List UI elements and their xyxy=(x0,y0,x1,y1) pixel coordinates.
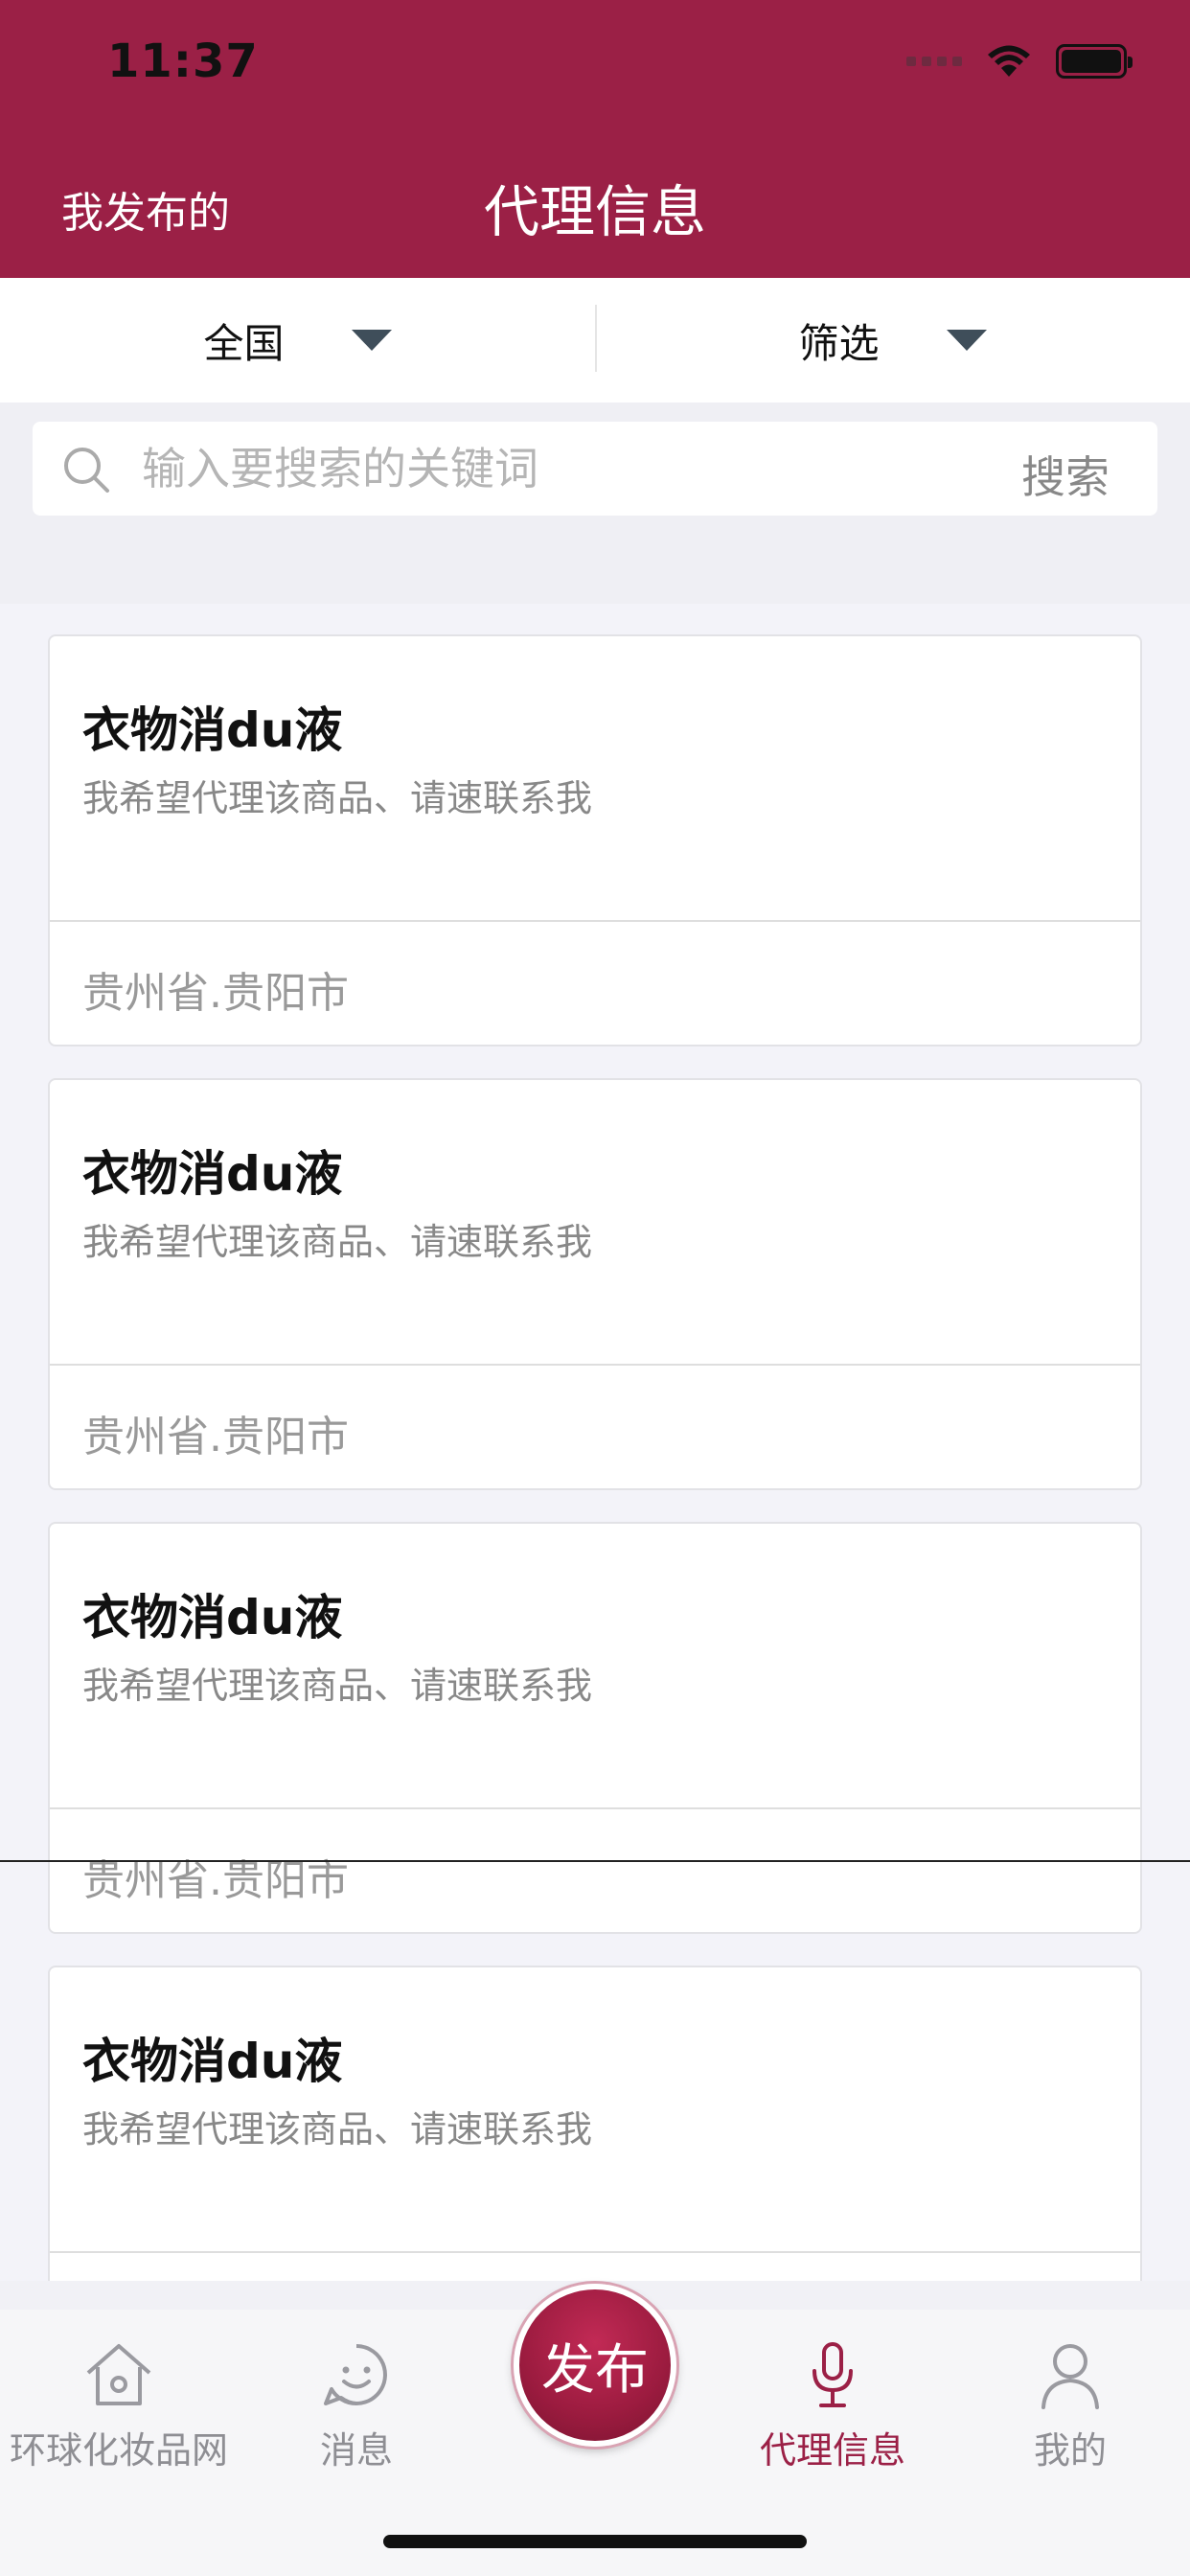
battery-icon xyxy=(1056,44,1133,79)
divider-line xyxy=(0,1860,1190,1862)
item-description: 我希望代理该商品、请速联系我 xyxy=(82,1221,593,1263)
item-title: 衣物消du液 xyxy=(82,1146,343,1202)
item-divider xyxy=(50,1807,1140,1809)
status-bar: 11:37 xyxy=(0,0,1190,134)
item-location: 贵州省.贵阳市 xyxy=(82,1856,349,1905)
filter-dropdown-label: 筛选 xyxy=(798,319,880,367)
status-time: 11:37 xyxy=(107,34,259,88)
tab-label: 代理信息 xyxy=(759,2429,905,2472)
microphone-icon xyxy=(812,2342,853,2407)
agent-info-list[interactable]: 衣物消du液 我希望代理该商品、请速联系我 贵州省.贵阳市 衣物消du液 我希望… xyxy=(0,604,1190,2281)
filter-divider xyxy=(595,305,597,372)
list-item[interactable]: 衣物消du液 我希望代理该商品、请速联系我 贵州省.贵阳市 xyxy=(48,1078,1142,1490)
caret-down-icon xyxy=(351,330,392,351)
person-icon xyxy=(1041,2344,1099,2409)
item-divider xyxy=(50,1364,1140,1366)
list-item[interactable]: 衣物消du液 我希望代理该商品、请速联系我 贵州省.贵阳市 xyxy=(48,634,1142,1046)
item-description: 我希望代理该商品、请速联系我 xyxy=(82,777,593,819)
tab-agent-info[interactable]: 代理信息 xyxy=(714,2336,951,2473)
region-dropdown[interactable]: 全国 xyxy=(0,278,595,402)
filter-dropdown[interactable]: 筛选 xyxy=(595,278,1190,402)
search-button[interactable]: 搜索 xyxy=(1021,443,1110,506)
item-title: 衣物消du液 xyxy=(82,1590,343,1645)
item-divider xyxy=(50,920,1140,922)
tab-label: 我的 xyxy=(1033,2429,1107,2472)
navigation-bar: 我发布的 代理信息 xyxy=(0,134,1190,278)
cellular-signal-icon xyxy=(906,57,962,66)
item-divider xyxy=(50,2251,1140,2253)
region-dropdown-label: 全国 xyxy=(203,319,285,367)
search-input[interactable] xyxy=(142,422,966,516)
item-title: 衣物消du液 xyxy=(82,2034,343,2089)
item-location: 贵州省.贵阳市 xyxy=(82,969,349,1018)
tab-label: 消息 xyxy=(319,2429,393,2472)
caret-down-icon xyxy=(946,330,987,351)
smile-chat-icon xyxy=(324,2344,387,2405)
publish-button[interactable]: 发布 xyxy=(514,2284,676,2447)
item-title: 衣物消du液 xyxy=(82,702,343,758)
wifi-icon xyxy=(988,45,1030,77)
tab-home[interactable]: 环球化妆品网 xyxy=(0,2336,238,2473)
item-description: 我希望代理该商品、请速联系我 xyxy=(82,2108,593,2150)
search-icon xyxy=(64,448,109,493)
list-item[interactable]: 衣物消du液 我希望代理该商品、请速联系我 xyxy=(48,1966,1142,2281)
home-indicator[interactable] xyxy=(383,2535,807,2548)
tab-messages[interactable]: 消息 xyxy=(238,2336,475,2473)
item-location: 贵州省.贵阳市 xyxy=(82,1413,349,1461)
search-box: 搜索 xyxy=(33,422,1157,516)
search-area: 搜索 xyxy=(0,402,1190,604)
status-indicators xyxy=(906,44,1133,79)
home-icon xyxy=(86,2344,151,2405)
page-title: 代理信息 xyxy=(483,179,706,244)
filter-bar: 全国 筛选 xyxy=(0,278,1190,402)
list-item[interactable]: 衣物消du液 我希望代理该商品、请速联系我 贵州省.贵阳市 xyxy=(48,1522,1142,1934)
tab-label: 环球化妆品网 xyxy=(9,2429,228,2472)
item-description: 我希望代理该商品、请速联系我 xyxy=(82,1665,593,1707)
tab-me[interactable]: 我的 xyxy=(951,2336,1189,2473)
